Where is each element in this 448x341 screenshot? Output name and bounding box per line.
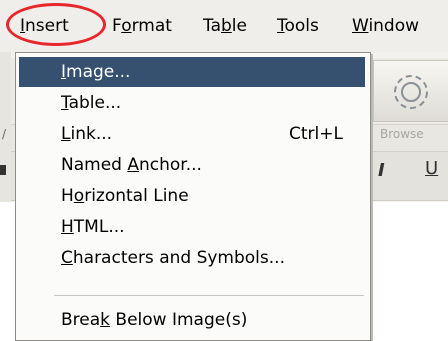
menu-item-characters-symbols[interactable]: Characters and Symbols... [19,243,365,273]
browse-label: Browse [380,127,424,141]
image-toolbar-button[interactable] [373,60,448,122]
menu-window[interactable]: Window [352,16,419,36]
menu-table[interactable]: Table [203,16,247,36]
menu-item-named-anchor[interactable]: Named Anchor... [19,150,365,180]
menu-item-break-below-image[interactable]: Break Below Image(s) [19,305,365,335]
menu-tools[interactable]: Tools [277,16,319,36]
insert-highlight-ring [6,3,106,46]
menu-item-link[interactable]: Link... Ctrl+L [19,119,365,149]
shortcut-label: Ctrl+L [289,124,343,144]
italic-button[interactable]: I [378,160,385,181]
insert-dropdown-menu: Image... Table... Link... Ctrl+L Named A… [15,52,371,341]
menu-item-label: Named Anchor... [61,155,202,175]
toolbar-left-handle [0,165,6,175]
menu-format[interactable]: Format [112,16,172,36]
menu-item-label: HTML... [61,217,125,237]
menu-item-table[interactable]: Table... [19,88,365,118]
menu-item-html[interactable]: HTML... [19,212,365,242]
menu-item-label: Characters and Symbols... [61,248,285,268]
gear-icon [394,75,428,109]
underline-button[interactable]: U [425,158,438,179]
toolbar-left-mark: / [2,127,7,141]
menu-separator [54,295,364,296]
menu-item-label: Link... [61,124,113,144]
menu-item-horizontal-line[interactable]: Horizontal Line [19,181,365,211]
menu-item-label: Image... [61,62,131,82]
menu-item-label: Table... [61,93,122,113]
menu-item-label: Break Below Image(s) [61,310,248,330]
menu-item-label: Horizontal Line [61,186,189,206]
menu-item-image[interactable]: Image... [19,57,365,87]
